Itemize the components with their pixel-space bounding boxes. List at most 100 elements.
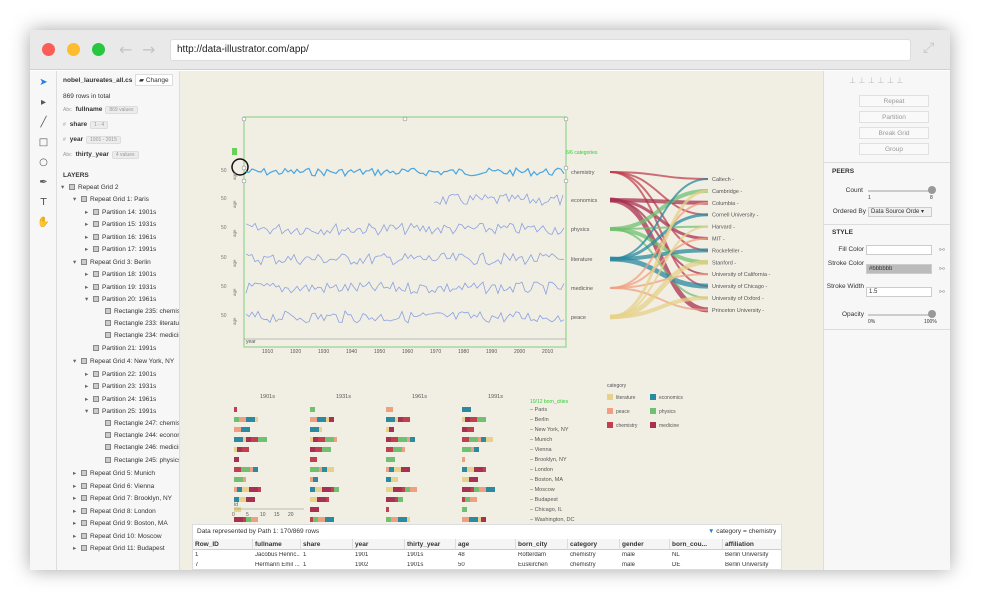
bar-segment[interactable] xyxy=(241,427,250,432)
bar-segment[interactable] xyxy=(481,437,486,442)
bar-segment[interactable] xyxy=(462,517,469,522)
bar-segment[interactable] xyxy=(386,487,393,492)
layer-item[interactable]: ▸ Partition 24: 1961s xyxy=(85,395,156,403)
bar-segment[interactable] xyxy=(234,437,243,442)
layer-item[interactable]: Rectangle 234: medicine xyxy=(97,332,179,339)
expand-arrow-icon[interactable]: ▸ xyxy=(85,220,93,228)
expand-arrow-icon[interactable]: ▸ xyxy=(85,283,93,291)
layer-item[interactable]: ▸ Partition 17: 1991s xyxy=(85,245,156,253)
bar-segment[interactable] xyxy=(310,497,317,502)
column-header[interactable]: age xyxy=(456,539,516,550)
bar-segment[interactable] xyxy=(310,407,315,412)
bar-segment[interactable] xyxy=(467,427,474,432)
bar-segment[interactable] xyxy=(318,437,325,442)
bar-segment[interactable] xyxy=(479,487,486,492)
column-header[interactable]: category xyxy=(568,539,620,550)
layer-item[interactable]: ▸ Repeat Grid 8: London xyxy=(73,507,156,515)
bar-segment[interactable] xyxy=(255,417,258,422)
text-tool-icon[interactable]: T xyxy=(30,193,57,213)
expand-arrow-icon[interactable]: ▸ xyxy=(85,245,93,253)
bar-segment[interactable] xyxy=(398,417,403,422)
bar-segment[interactable] xyxy=(462,457,465,462)
bar-segment[interactable] xyxy=(386,437,391,442)
bar-segment[interactable] xyxy=(246,497,255,502)
bar-segment[interactable] xyxy=(246,417,255,422)
bar-segment[interactable] xyxy=(398,497,403,502)
back-arrow-icon[interactable]: ← xyxy=(119,40,132,59)
break-grid-button[interactable]: Break Grid xyxy=(859,127,929,139)
bar-segment[interactable] xyxy=(402,447,405,452)
column-header[interactable]: born_cou... xyxy=(670,539,723,550)
line-literature[interactable] xyxy=(245,252,565,266)
bar-segment[interactable] xyxy=(391,477,398,482)
layer-item[interactable]: ▾ Repeat Grid 2 xyxy=(61,183,118,191)
expand-arrow-icon[interactable]: ▸ xyxy=(73,519,81,527)
resize-handle[interactable] xyxy=(563,165,569,171)
bar-segment[interactable] xyxy=(478,437,481,442)
resize-handle[interactable] xyxy=(563,116,569,122)
layer-item[interactable]: Rectangle 245: physics xyxy=(97,456,179,464)
group-button[interactable]: Group xyxy=(859,143,929,155)
layer-item[interactable]: Rectangle 247: chemistry xyxy=(97,419,179,427)
bar-segment[interactable] xyxy=(389,427,394,432)
bar-segment[interactable] xyxy=(315,447,322,452)
bar-segment[interactable] xyxy=(325,517,334,522)
bar-segment[interactable] xyxy=(474,447,479,452)
bar-segment[interactable] xyxy=(237,447,242,452)
bar-segment[interactable] xyxy=(410,487,417,492)
expand-arrow-icon[interactable]: ▾ xyxy=(85,407,93,415)
bar-segment[interactable] xyxy=(246,437,251,442)
bar-segment[interactable] xyxy=(234,417,239,422)
bar-segment[interactable] xyxy=(471,447,474,452)
expand-arrow-icon[interactable]: ▸ xyxy=(85,395,93,403)
bar-segment[interactable] xyxy=(391,517,398,522)
count-slider-handle[interactable] xyxy=(928,186,936,194)
expand-arrow-icon[interactable]: ▸ xyxy=(85,270,93,278)
bar-segment[interactable] xyxy=(470,497,477,502)
bar-segment[interactable] xyxy=(318,517,325,522)
bar-segment[interactable] xyxy=(310,447,315,452)
maximize-window-button[interactable] xyxy=(92,43,105,56)
stroke-color-input[interactable]: #bbbbbb xyxy=(866,264,932,274)
bar-segment[interactable] xyxy=(249,487,258,492)
align-icons[interactable]: ⊥ ⊥ ⊥ ⊥ ⊥ ⊥ xyxy=(849,76,904,85)
bar-segment[interactable] xyxy=(310,457,317,462)
bar-segment[interactable] xyxy=(469,517,478,522)
bar-segment[interactable] xyxy=(474,467,483,472)
bar-segment[interactable] xyxy=(251,517,258,522)
expand-arrow-icon[interactable]: ▸ xyxy=(85,208,93,216)
stroke-width-input[interactable]: 1.5 xyxy=(866,287,932,297)
link-icon[interactable]: ⚯ xyxy=(939,288,945,296)
bar-segment[interactable] xyxy=(467,467,474,472)
resize-handle[interactable] xyxy=(563,178,569,184)
layer-item[interactable]: Rectangle 233: literature xyxy=(97,319,179,327)
field-item[interactable]: # year 1901 - 2015 xyxy=(63,136,121,144)
bar-segment[interactable] xyxy=(310,437,313,442)
bar-segment[interactable] xyxy=(401,467,410,472)
expand-arrow-icon[interactable]: ▾ xyxy=(61,183,69,191)
column-header[interactable]: Row_ID xyxy=(193,539,253,550)
bar-segment[interactable] xyxy=(313,517,318,522)
bar-segment[interactable] xyxy=(395,497,398,502)
hand-tool-icon[interactable]: ✋ xyxy=(30,213,57,233)
expand-arrow-icon[interactable]: ▸ xyxy=(73,544,81,552)
bar-segment[interactable] xyxy=(386,517,391,522)
line-chemistry[interactable] xyxy=(245,167,565,178)
layer-item[interactable]: Rectangle 235: chemistry xyxy=(97,307,179,315)
layer-item[interactable]: ▸ Partition 14: 1901s xyxy=(85,208,156,216)
bar-segment[interactable] xyxy=(234,407,237,412)
select-tool-icon[interactable]: ➤ xyxy=(30,73,57,93)
bar-segment[interactable] xyxy=(462,437,469,442)
bar-segment[interactable] xyxy=(386,467,389,472)
bar-segment[interactable] xyxy=(386,477,391,482)
layer-item[interactable]: ▸ Partition 18: 1901s xyxy=(85,270,156,278)
bar-segment[interactable] xyxy=(239,497,246,502)
column-header[interactable]: thirty_year xyxy=(405,539,456,550)
bar-segment[interactable] xyxy=(481,517,486,522)
bar-segment[interactable] xyxy=(393,487,402,492)
bar-segment[interactable] xyxy=(234,467,241,472)
bar-segment[interactable] xyxy=(234,427,241,432)
bar-segment[interactable] xyxy=(310,417,317,422)
bar-segment[interactable] xyxy=(243,477,246,482)
bar-segment[interactable] xyxy=(462,507,467,512)
